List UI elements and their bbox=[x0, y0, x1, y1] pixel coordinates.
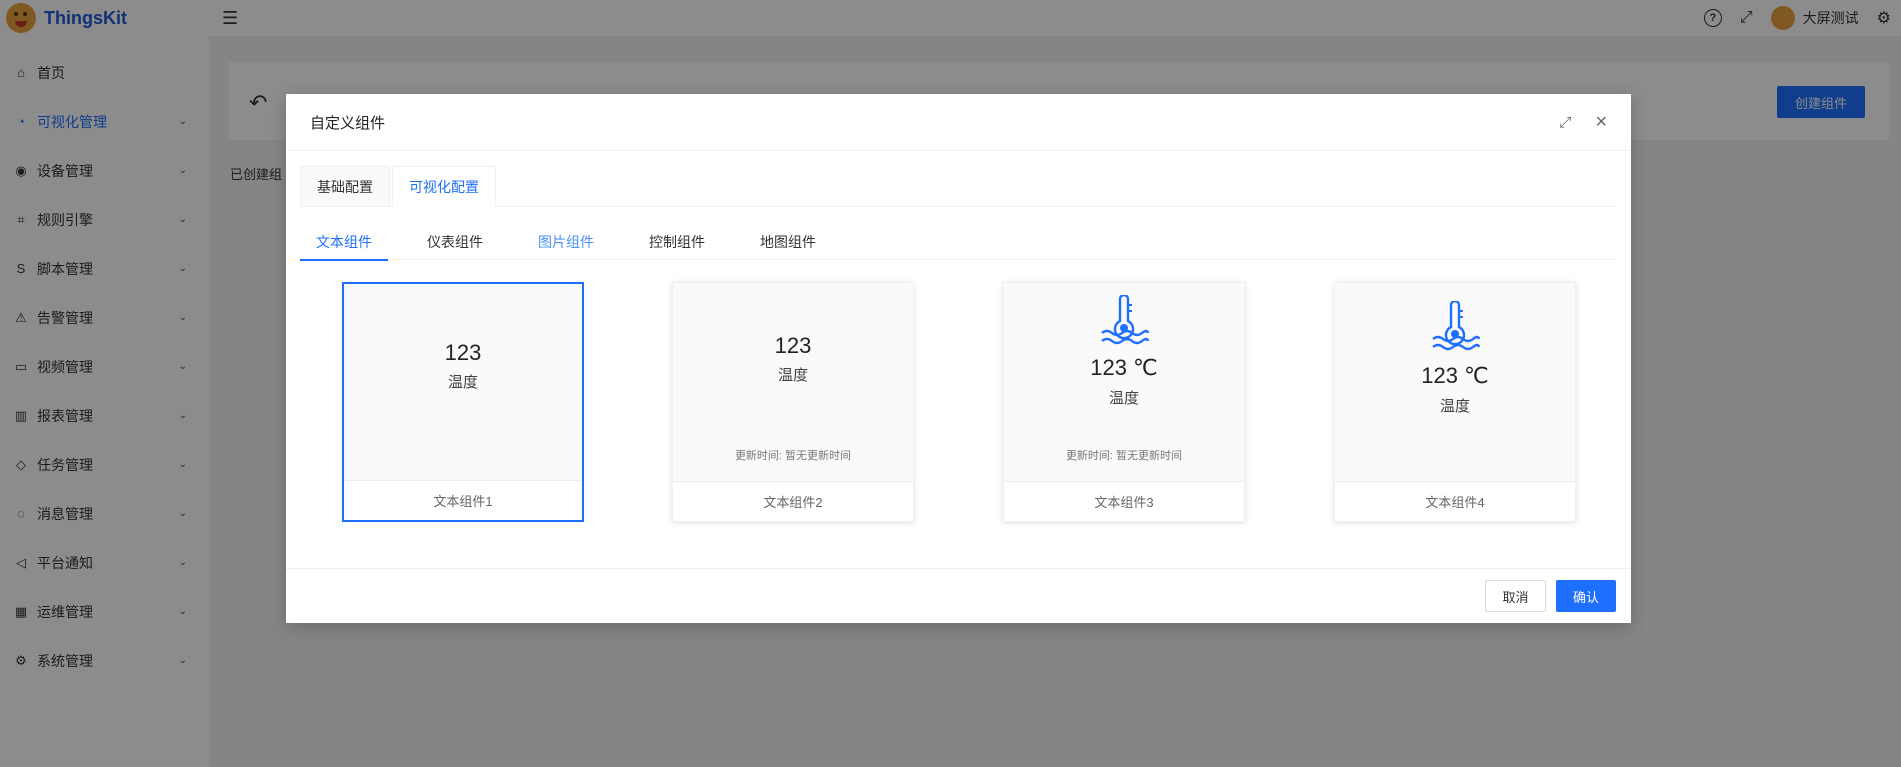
tab-component-type-1[interactable]: 仪表组件 bbox=[411, 224, 499, 260]
component-card-3[interactable]: 123 ℃ 温度 更新时间: 暂无更新时间 文本组件3 bbox=[1003, 282, 1245, 522]
tab-component-type-3[interactable]: 控制组件 bbox=[633, 224, 721, 260]
card-value: 123 ℃ bbox=[1421, 363, 1489, 388]
thermometer-icon bbox=[1432, 301, 1481, 351]
modal-header: 自定义组件 ⤢ × bbox=[286, 94, 1631, 151]
modal-title: 自定义组件 bbox=[310, 114, 386, 132]
card-value: 123 bbox=[444, 340, 482, 365]
card-label: 温度 bbox=[1108, 390, 1139, 407]
card-preview: 123 ℃ 温度 bbox=[1335, 283, 1575, 482]
card-update-time: 更新时间: 暂无更新时间 bbox=[1065, 450, 1183, 462]
component-card-4[interactable]: 123 ℃ 温度 文本组件4 bbox=[1334, 282, 1576, 522]
card-update-time: 更新时间: 暂无更新时间 bbox=[734, 450, 852, 462]
card-label: 温度 bbox=[777, 367, 808, 384]
card-name: 文本组件1 bbox=[344, 480, 582, 520]
card-preview: 123 温度 更新时间: 暂无更新时间 bbox=[673, 283, 913, 482]
card-value: 123 bbox=[774, 333, 812, 358]
tab-config-1[interactable]: 可视化配置 bbox=[392, 166, 496, 207]
component-type-tabs: 文本组件 仪表组件 图片组件 控制组件 地图组件 bbox=[300, 224, 1617, 261]
component-card-1[interactable]: 123 温度 文本组件1 bbox=[342, 282, 584, 522]
cancel-button[interactable]: 取消 bbox=[1485, 580, 1546, 612]
tab-component-type-4[interactable]: 地图组件 bbox=[744, 224, 832, 260]
close-icon[interactable]: × bbox=[1595, 112, 1607, 132]
card-preview: 123 ℃ 温度 更新时间: 暂无更新时间 bbox=[1004, 283, 1244, 482]
maximize-icon[interactable]: ⤢ bbox=[1559, 114, 1571, 131]
confirm-button[interactable]: 确认 bbox=[1556, 580, 1616, 612]
card-label: 温度 bbox=[447, 374, 478, 391]
custom-component-modal: 自定义组件 ⤢ × 基础配置 可视化配置 文本组件 仪表组件 图片组件 控制组件 地图组件… bbox=[286, 94, 1631, 623]
tab-config-0[interactable]: 基础配置 bbox=[300, 166, 390, 207]
card-preview: 123 温度 bbox=[344, 284, 582, 483]
modal-footer: 取消 确认 bbox=[286, 568, 1631, 623]
card-name: 文本组件2 bbox=[673, 481, 913, 521]
card-value: 123 ℃ bbox=[1090, 355, 1158, 380]
tab-component-type-2[interactable]: 图片组件 bbox=[522, 224, 610, 260]
component-cards: 123 温度 文本组件1 123 温度 更新时间: 暂无更新时间 文本组件2 1… bbox=[286, 282, 1631, 522]
card-name: 文本组件3 bbox=[1004, 481, 1244, 521]
thermometer-icon bbox=[1101, 295, 1150, 345]
config-tabs: 基础配置 可视化配置 bbox=[300, 166, 1617, 207]
card-name: 文本组件4 bbox=[1335, 481, 1575, 521]
tab-component-type-0[interactable]: 文本组件 bbox=[300, 224, 388, 261]
card-label: 温度 bbox=[1439, 398, 1470, 415]
component-card-2[interactable]: 123 温度 更新时间: 暂无更新时间 文本组件2 bbox=[672, 282, 914, 522]
